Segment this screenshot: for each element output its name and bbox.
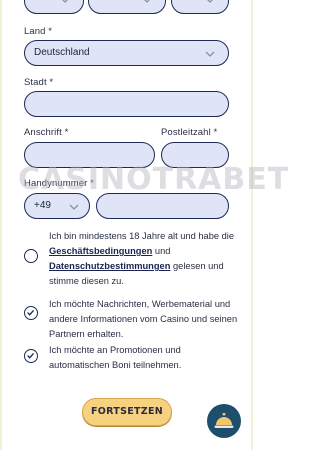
service-bell-icon — [214, 413, 234, 428]
chevron-down-icon — [205, 51, 215, 57]
checkmark-icon — [27, 309, 35, 316]
chevron-down-icon — [207, 0, 213, 3]
city-input[interactable] — [24, 91, 229, 117]
birth-month-select[interactable] — [88, 0, 166, 14]
chevron-down-icon — [69, 204, 79, 210]
privacy-link[interactable]: Datenschutzbestimmungen — [49, 261, 170, 271]
terms-text: Ich bin mindestens 18 Jahre alt und habe… — [49, 229, 239, 289]
city-label: Stadt * — [24, 77, 54, 88]
phone-prefix-value: +49 — [34, 200, 51, 211]
news-consent-row: Ich möchte Nachrichten, Werbematerial un… — [24, 297, 239, 345]
terms-link[interactable]: Geschäftsbedingungen — [49, 246, 152, 256]
address-label: Anschrift * — [24, 127, 69, 138]
chevron-down-icon — [144, 0, 150, 3]
news-text: Ich möchte Nachrichten, Werbematerial un… — [49, 299, 238, 339]
terms-consent-row: Ich bin mindestens 18 Jahre alt und habe… — [24, 229, 239, 289]
news-checkbox[interactable] — [24, 306, 38, 320]
continue-button[interactable]: FORTSETZEN — [82, 398, 172, 426]
country-label: Land * — [24, 26, 53, 37]
postcode-label: Postleitzahl * — [161, 127, 218, 138]
watermark-logo: CASINOTRABET — [18, 162, 290, 197]
promo-checkbox[interactable] — [24, 349, 38, 363]
country-value: Deutschland — [34, 47, 90, 58]
terms-text-part2: und — [152, 246, 171, 256]
page-frame — [0, 0, 253, 450]
promo-text: Ich möchte an Promotionen und automatisc… — [49, 345, 182, 370]
support-bell-button[interactable] — [207, 404, 241, 438]
birth-year-select[interactable] — [171, 0, 229, 14]
terms-text-part1: Ich bin mindestens 18 Jahre alt und habe… — [49, 231, 235, 241]
birth-day-select[interactable] — [24, 0, 84, 14]
terms-checkbox[interactable] — [24, 249, 38, 263]
promo-consent-row: Ich möchte an Promotionen und automatisc… — [24, 343, 239, 377]
checkmark-icon — [27, 352, 35, 359]
country-select[interactable]: Deutschland — [24, 40, 229, 66]
chevron-down-icon — [62, 0, 68, 3]
